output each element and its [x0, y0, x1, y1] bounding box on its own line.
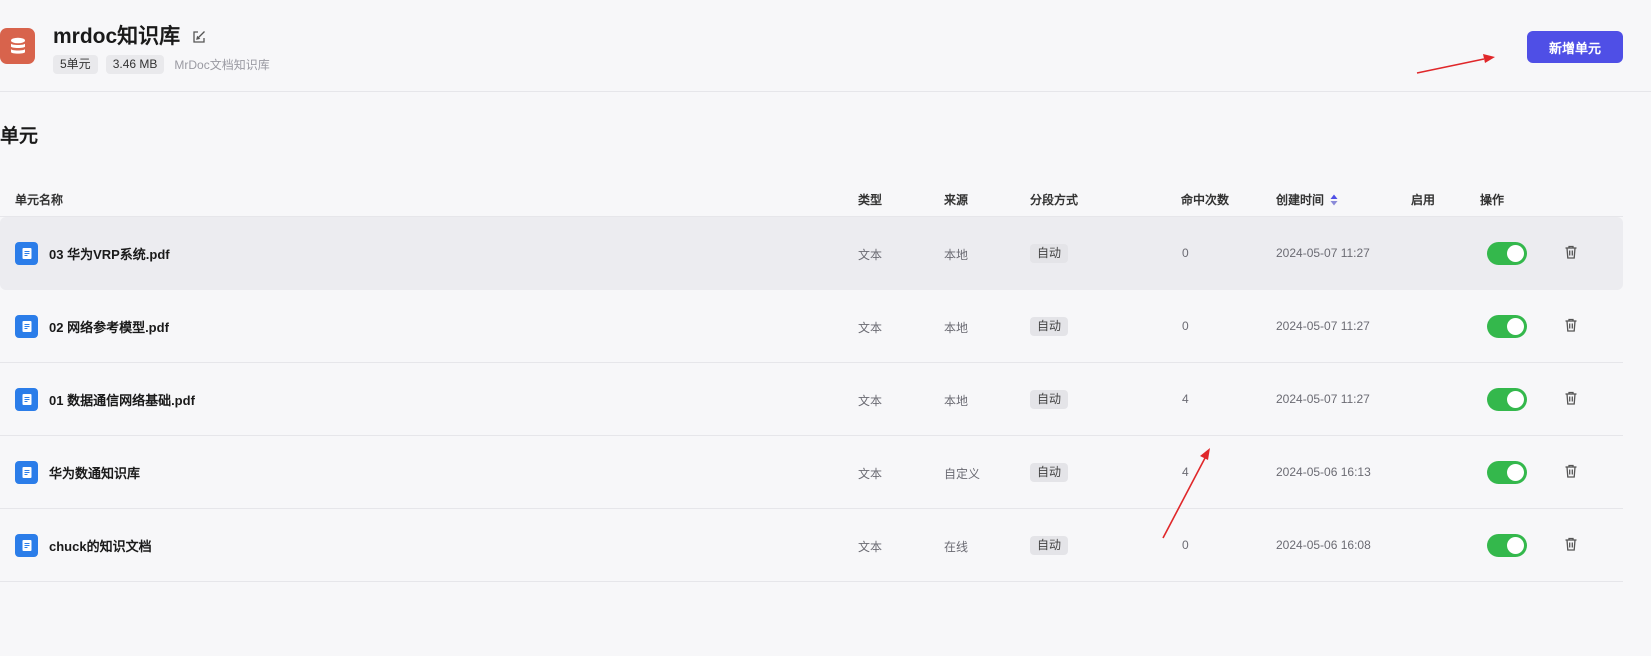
toggle-knob [1507, 537, 1524, 554]
column-header-created[interactable]: 创建时间 [1276, 191, 1338, 208]
unit-source: 在线 [944, 540, 969, 554]
unit-name[interactable]: 03 华为VRP系统.pdf [49, 244, 170, 263]
trash-icon[interactable] [1563, 317, 1579, 333]
kb-meta: 5单元 3.46 MB MrDoc文档知识库 [53, 55, 270, 74]
trash-icon[interactable] [1563, 536, 1579, 552]
unit-type: 文本 [858, 394, 883, 408]
unit-source: 自定义 [944, 467, 981, 481]
created-time: 2024-05-07 11:27 [1276, 246, 1370, 260]
hit-count: 4 [1182, 392, 1189, 406]
section-title: 单元 [0, 126, 39, 147]
column-header-source: 来源 [944, 193, 969, 207]
hit-count: 0 [1182, 319, 1189, 333]
column-header-name: 单元名称 [15, 193, 64, 207]
size-badge: 3.46 MB [105, 55, 165, 74]
created-time: 2024-05-06 16:13 [1276, 465, 1371, 479]
kb-title: mrdoc知识库 [53, 20, 207, 50]
enable-toggle[interactable] [1487, 534, 1527, 557]
kb-title-text: mrdoc知识库 [53, 25, 181, 48]
document-icon [15, 315, 38, 338]
table-row[interactable]: 华为数通知识库 文本 自定义 自动 4 2024-05-06 16:13 [0, 436, 1623, 509]
knowledge-base-header: mrdoc知识库 5单元 3.46 MB MrDoc文档知识库 新增单元 [0, 0, 1651, 92]
toggle-knob [1507, 245, 1524, 262]
column-header-type: 类型 [858, 193, 883, 207]
unit-count-badge: 5单元 [53, 55, 98, 74]
enable-toggle[interactable] [1487, 461, 1527, 484]
toggle-knob [1507, 464, 1524, 481]
segment-badge: 自动 [1030, 244, 1069, 263]
unit-source: 本地 [944, 394, 969, 408]
column-header-hits: 命中次数 [1181, 193, 1230, 207]
table-row[interactable]: 03 华为VRP系统.pdf 文本 本地 自动 0 2024-05-07 11:27 [0, 217, 1623, 290]
unit-source: 本地 [944, 248, 969, 262]
unit-name[interactable]: 02 网络参考模型.pdf [49, 317, 169, 336]
trash-icon[interactable] [1563, 463, 1579, 479]
units-table: 单元名称 类型 来源 分段方式 命中次数 创建时间 启用 操作 03 华为VRP… [0, 180, 1623, 582]
created-time: 2024-05-07 11:27 [1276, 392, 1370, 406]
sort-icon[interactable] [1330, 194, 1338, 206]
document-icon [15, 461, 38, 484]
document-icon [15, 242, 38, 265]
segment-badge: 自动 [1030, 317, 1069, 336]
unit-type: 文本 [858, 540, 883, 554]
trash-icon[interactable] [1563, 244, 1579, 260]
segment-badge: 自动 [1030, 390, 1069, 409]
enable-toggle[interactable] [1487, 315, 1527, 338]
document-icon [15, 388, 38, 411]
table-row[interactable]: 02 网络参考模型.pdf 文本 本地 自动 0 2024-05-07 11:27 [0, 290, 1623, 363]
unit-type: 文本 [858, 321, 883, 335]
unit-type: 文本 [858, 467, 883, 481]
database-icon [0, 28, 35, 64]
trash-icon[interactable] [1563, 390, 1579, 406]
created-time: 2024-05-07 11:27 [1276, 319, 1370, 333]
unit-source: 本地 [944, 321, 969, 335]
unit-name[interactable]: 华为数通知识库 [49, 463, 140, 482]
column-header-actions: 操作 [1480, 193, 1505, 207]
enable-toggle[interactable] [1487, 242, 1527, 265]
table-header: 单元名称 类型 来源 分段方式 命中次数 创建时间 启用 操作 [0, 180, 1623, 217]
unit-name[interactable]: 01 数据通信网络基础.pdf [49, 390, 195, 409]
table-row[interactable]: chuck的知识文档 文本 在线 自动 0 2024-05-06 16:08 [0, 509, 1623, 582]
toggle-knob [1507, 391, 1524, 408]
segment-badge: 自动 [1030, 536, 1069, 555]
column-header-enabled: 启用 [1411, 193, 1436, 207]
created-time: 2024-05-06 16:08 [1276, 538, 1371, 552]
hit-count: 4 [1182, 465, 1189, 479]
hit-count: 0 [1182, 538, 1189, 552]
hit-count: 0 [1182, 246, 1189, 260]
unit-type: 文本 [858, 248, 883, 262]
document-icon [15, 534, 38, 557]
table-row[interactable]: 01 数据通信网络基础.pdf 文本 本地 自动 4 2024-05-07 11:27 [0, 363, 1623, 436]
kb-description: MrDoc文档知识库 [174, 58, 270, 72]
edit-icon[interactable] [191, 27, 207, 43]
unit-name[interactable]: chuck的知识文档 [49, 536, 152, 555]
column-header-created-label: 创建时间 [1276, 193, 1325, 207]
add-unit-button[interactable]: 新增单元 [1527, 31, 1623, 63]
toggle-knob [1507, 318, 1524, 335]
segment-badge: 自动 [1030, 463, 1069, 482]
column-header-segment: 分段方式 [1030, 193, 1079, 207]
enable-toggle[interactable] [1487, 388, 1527, 411]
